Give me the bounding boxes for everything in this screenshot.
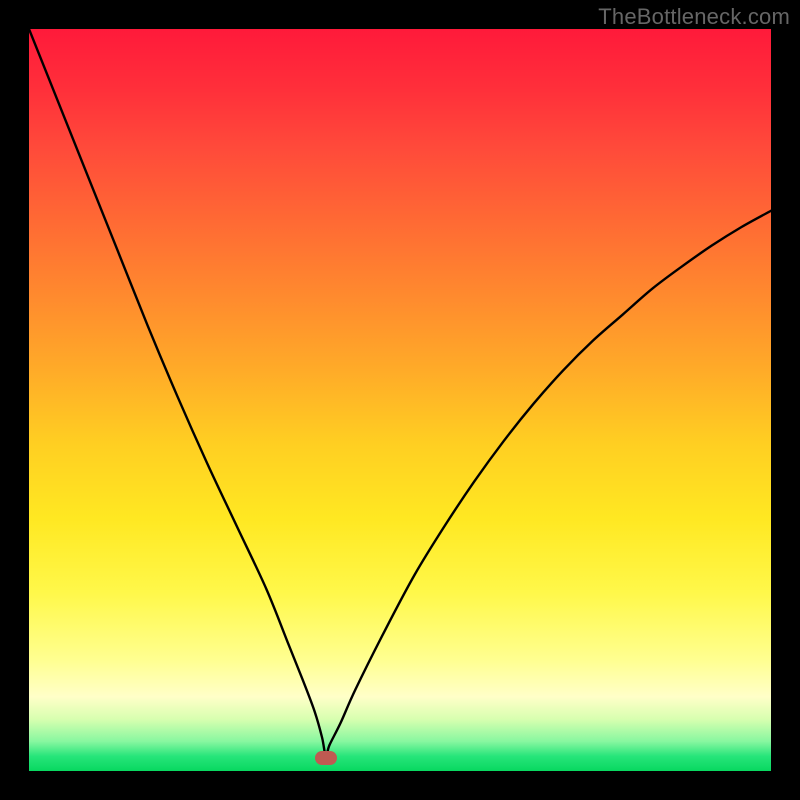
plot-area <box>29 29 771 771</box>
optimum-marker <box>315 751 337 765</box>
watermark-text: TheBottleneck.com <box>598 4 790 30</box>
bottleneck-curve <box>29 29 771 771</box>
chart-frame: TheBottleneck.com <box>0 0 800 800</box>
